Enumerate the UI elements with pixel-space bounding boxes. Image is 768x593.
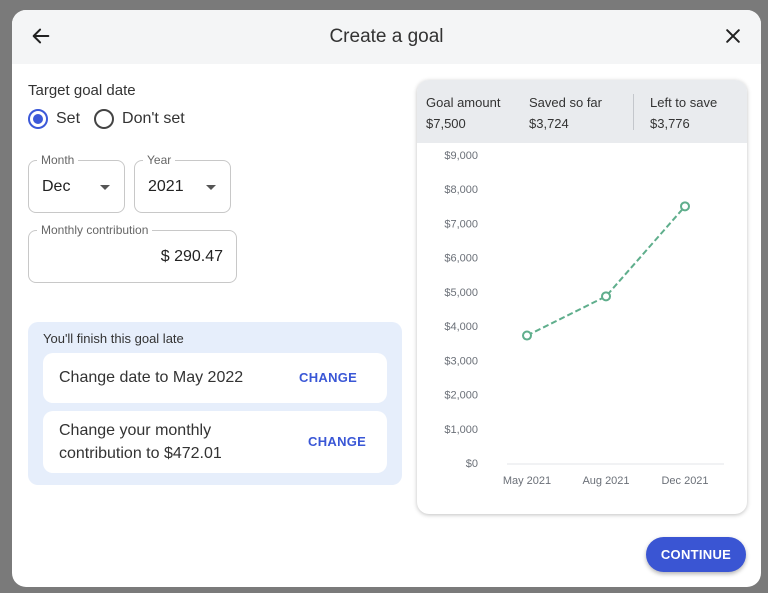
y-tick-label: $5,000 [444,287,478,299]
goal-summary: Goal amount $7,500 Saved so far $3,724 L… [417,80,747,143]
month-value: Dec [42,178,71,195]
chevron-down-icon [100,185,110,190]
radio-set-label: Set [56,110,81,127]
y-tick-label: $1,000 [444,424,478,436]
radio-dont-set-label: Don't set [122,110,185,127]
y-tick-label: $2,000 [444,390,478,402]
change-date-button[interactable]: CHANGE [299,370,357,385]
saved-so-far: Saved so far $3,724 [529,92,602,134]
y-tick-label: $8,000 [444,184,478,196]
target-date-label: Target goal date [28,82,136,99]
suggestion-text-line1: Change your monthly [59,422,212,439]
suggestion-text-line2: contribution to $472.01 [59,445,222,462]
arrow-left-icon[interactable] [30,25,52,47]
radio-dont-set[interactable]: Don't set [94,109,185,129]
y-tick-label: $7,000 [444,218,478,230]
close-icon[interactable] [723,26,743,46]
radio-set[interactable]: Set [28,109,80,129]
x-tick-label: Aug 2021 [582,475,629,487]
y-tick-label: $9,000 [444,150,478,162]
dialog-header: Create a goal [12,10,761,64]
goal-amount: Goal amount $7,500 [426,92,500,134]
suggestion-change-contribution: Change your monthly contribution to $472… [43,411,387,473]
year-select[interactable]: Year 2021 [134,153,231,213]
monthly-contribution-input[interactable]: Monthly contribution $ 290.47 [28,223,237,283]
month-select[interactable]: Month Dec [28,153,125,213]
y-tick-label: $0 [466,458,478,470]
data-point [601,291,611,302]
data-point [680,201,690,212]
goal-chart-card: Goal amount $7,500 Saved so far $3,724 L… [417,80,747,514]
late-notice: You'll finish this goal late Change date… [28,322,402,485]
monthly-contribution-label: Monthly contribution [37,223,153,237]
monthly-contribution-value[interactable]: $ 290.47 [161,248,223,266]
dialog-title: Create a goal [329,26,444,47]
chevron-down-icon [206,185,216,190]
late-notice-title: You'll finish this goal late [43,331,184,346]
goal-form: Target goal date Set Don't set [28,82,408,147]
left-to-save: Left to save $3,776 [650,92,717,134]
x-tick-label: May 2021 [503,475,551,487]
change-contribution-button[interactable]: CHANGE [308,434,366,449]
y-tick-label: $6,000 [444,253,478,265]
radio-checked-icon[interactable] [28,109,48,129]
create-goal-dialog: Create a goal Target goal date Set Don't… [12,10,761,587]
goal-amount-value: $7,500 [426,116,466,131]
year-label: Year [143,153,176,167]
year-value: 2021 [148,178,184,195]
y-tick-label: $3,000 [444,355,478,367]
month-label: Month [37,153,79,167]
target-date-radio-group: Set Don't set [28,109,408,129]
saved-label: Saved so far [529,95,602,110]
series-line [526,205,686,337]
suggestion-change-date: Change date to May 2022 CHANGE [43,353,387,403]
continue-button[interactable]: CONTINUE [646,537,746,572]
goal-amount-label: Goal amount [426,95,501,110]
left-value: $3,776 [650,116,690,131]
data-point [522,330,532,341]
savings-line-chart: $0 $1,000 $2,000 $3,000 $4,000 $5,000 $6,000 $7… [444,150,724,487]
summary-divider [633,94,634,130]
suggestion-text: Change date to May 2022 [59,369,244,386]
saved-value: $3,724 [529,116,569,131]
x-tick-label: Dec 2021 [661,475,708,487]
suggestion-text: Change your monthly contribution to $472… [59,419,222,465]
left-label: Left to save [650,95,718,110]
y-tick-label: $4,000 [444,321,478,333]
radio-unchecked-icon[interactable] [94,109,115,129]
